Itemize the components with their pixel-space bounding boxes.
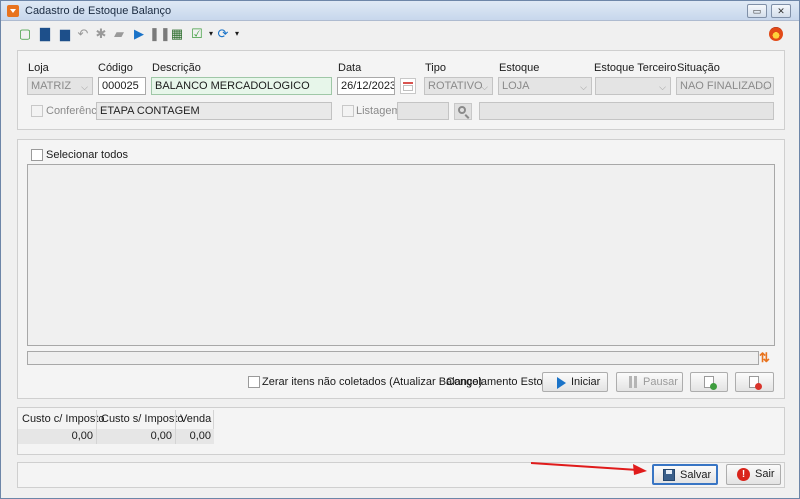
cost-value: 0,00 bbox=[97, 429, 175, 444]
pause-icon bbox=[629, 376, 632, 388]
play-icon bbox=[557, 377, 566, 389]
zerar-checkbox[interactable] bbox=[248, 376, 260, 388]
cost-value: 0,00 bbox=[176, 429, 214, 444]
loja-label: Loja bbox=[28, 62, 49, 74]
tipo-select[interactable]: ROTATIVO ⌵ bbox=[424, 77, 493, 95]
pause-icon[interactable]: ❚❚ bbox=[149, 26, 171, 42]
red-arrow-annotation bbox=[530, 462, 647, 475]
app-menu-icon[interactable] bbox=[7, 5, 19, 17]
listagem-field[interactable] bbox=[397, 102, 449, 120]
restore-button[interactable]: ▭ bbox=[747, 4, 767, 18]
calendar-icon[interactable] bbox=[400, 78, 416, 94]
exit-icon: ! bbox=[737, 468, 750, 481]
etapa-field: ETAPA CONTAGEM bbox=[96, 102, 332, 120]
estoque-terceiro-select[interactable]: ⌵ bbox=[595, 77, 671, 95]
cost-value: 0,00 bbox=[18, 429, 96, 444]
cost-header: Venda bbox=[180, 413, 212, 425]
items-grid[interactable] bbox=[27, 164, 775, 346]
estoque-label: Estoque bbox=[499, 62, 540, 74]
save-close-icon[interactable]: ▆ bbox=[57, 26, 73, 42]
toolbar: ▢ ▇ ▆ ↶ ✱ ▰ ▶ ❚❚ ▦ ☑ ▾ ⟳ ▾ bbox=[17, 26, 787, 44]
descricao-label: Descrição bbox=[152, 62, 201, 74]
pausar-button[interactable]: Pausar bbox=[616, 372, 683, 392]
estoque-terceiro-label: Estoque Terceiro bbox=[594, 62, 677, 74]
tipo-label: Tipo bbox=[425, 62, 446, 74]
undo-icon[interactable]: ↶ bbox=[75, 26, 91, 42]
save-icon[interactable]: ▇ bbox=[37, 26, 53, 42]
salvar-button[interactable]: Salvar bbox=[652, 464, 718, 485]
data-label: Data bbox=[338, 62, 362, 74]
delete-icon[interactable]: ✱ bbox=[93, 26, 109, 42]
conferencia-checkbox[interactable] bbox=[31, 105, 43, 117]
sair-button[interactable]: ! Sair bbox=[726, 464, 781, 485]
window-title: Cadastro de Estoque Balanço bbox=[25, 5, 172, 17]
listagem-description-field bbox=[479, 102, 774, 120]
close-button[interactable]: ✕ bbox=[771, 4, 791, 18]
print-icon[interactable]: ▰ bbox=[111, 26, 127, 42]
loja-select[interactable]: MATRIZ ⌵ bbox=[27, 77, 93, 95]
codigo-label: Código bbox=[98, 62, 133, 74]
search-icon[interactable] bbox=[454, 103, 472, 120]
situacao-select[interactable]: NAO FINALIZADO ⌵ bbox=[676, 77, 774, 95]
calculator-icon[interactable]: ▦ bbox=[169, 26, 185, 42]
cost-header: Custo c/ Imposto bbox=[22, 413, 105, 425]
grid-footer-bar bbox=[27, 351, 759, 365]
situacao-label: Situação bbox=[677, 62, 720, 74]
data-field[interactable]: 26/12/2023 bbox=[337, 77, 395, 95]
codigo-field[interactable]: 000025 bbox=[98, 77, 146, 95]
add-item-button[interactable] bbox=[690, 372, 728, 392]
cost-header: Custo s/ Imposto bbox=[101, 413, 184, 425]
select-all-checkbox[interactable] bbox=[31, 149, 43, 161]
descricao-field[interactable]: BALANCO MERCADOLOGICO bbox=[151, 77, 332, 95]
iniciar-button[interactable]: Iniciar bbox=[542, 372, 608, 392]
select-all-label: Selecionar todos bbox=[46, 149, 128, 161]
listagem-checkbox[interactable] bbox=[342, 105, 354, 117]
remove-item-button[interactable] bbox=[735, 372, 774, 392]
costs-table: Custo c/ Imposto Custo s/ Imposto Venda … bbox=[18, 410, 214, 444]
play-icon[interactable]: ▶ bbox=[131, 26, 147, 42]
listagem-label: Listagem bbox=[356, 105, 401, 117]
sort-list-icon[interactable]: ⇅ bbox=[759, 350, 775, 366]
new-document-icon[interactable]: ▢ bbox=[17, 26, 33, 42]
title-bar: Cadastro de Estoque Balanço ▭ ✕ bbox=[1, 1, 799, 21]
estoque-select[interactable]: LOJA ⌵ bbox=[498, 77, 592, 95]
save-icon bbox=[663, 469, 675, 481]
chevron-down-icon[interactable]: ▾ bbox=[229, 26, 245, 42]
balanco-window: Cadastro de Estoque Balanço ▭ ✕ ▢ ▇ ▆ ↶ … bbox=[0, 0, 800, 499]
help-logo-icon[interactable] bbox=[769, 27, 783, 41]
